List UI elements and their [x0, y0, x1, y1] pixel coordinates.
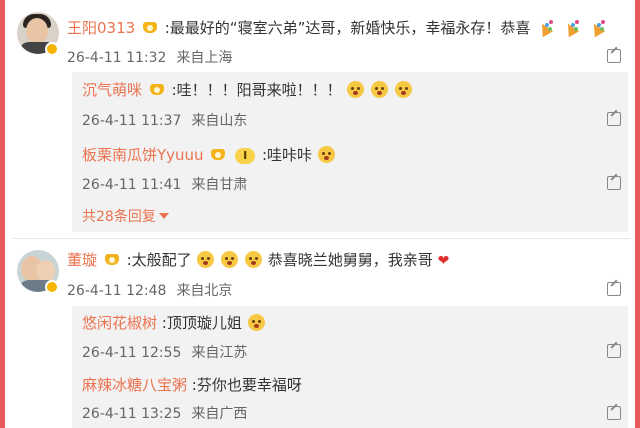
more-replies-label: 共28条回复	[82, 209, 156, 225]
username[interactable]: 沉气萌咪	[82, 81, 142, 99]
username[interactable]: 麻辣冰糖八宝粥	[82, 376, 187, 394]
username[interactable]: 悠闲花椒树	[82, 314, 157, 332]
reply-line: 悠闲花椒树 :顶顶璇儿姐	[82, 313, 266, 333]
comment-meta: 26-4-11 12:48 来自北京	[67, 280, 242, 300]
verified-badge-icon	[45, 280, 59, 294]
party-popper-icon	[589, 19, 606, 36]
fan-level-badge: I	[235, 148, 256, 164]
comment-meta: 26-4-11 11:32 来自上海	[67, 47, 242, 67]
party-popper-icon	[563, 19, 580, 36]
emoji-icon	[317, 146, 335, 163]
reply-meta: 26-4-11 11:37 来自山东	[82, 110, 257, 130]
reply-text: :哇咔咔	[262, 146, 313, 164]
reply-icon[interactable]	[607, 344, 621, 358]
more-replies-link[interactable]: 共28条回复	[82, 206, 169, 226]
emoji-icon	[347, 81, 365, 98]
verified-badge-icon	[45, 42, 59, 56]
comment-text-continued: 恭喜晓兰她舅舅，我亲哥	[267, 251, 433, 269]
comment-line: 董璇 :太般配了 恭喜晓兰她舅舅，我亲哥 ❤	[67, 250, 449, 271]
timestamp: 26-4-11 12:48	[67, 283, 167, 299]
username[interactable]: 板栗南瓜饼Yyuuu	[82, 146, 204, 164]
location: 来自北京	[176, 283, 233, 299]
reply-icon[interactable]	[607, 112, 621, 126]
party-popper-icon	[537, 19, 554, 36]
member-crown-icon	[142, 19, 158, 35]
member-crown-icon	[210, 146, 226, 162]
reply-line: 板栗南瓜饼Yyuuu I :哇咔咔	[82, 145, 336, 165]
member-crown-icon	[149, 81, 165, 97]
reply-icon[interactable]	[607, 176, 621, 190]
emoji-icon	[221, 251, 239, 268]
member-crown-icon	[104, 251, 120, 267]
reply-icon[interactable]	[607, 282, 621, 296]
emoji-icon	[371, 81, 389, 98]
emoji-icon	[247, 314, 265, 331]
reply-line: 沉气萌咪 :哇！！！阳哥来啦！！！	[82, 80, 413, 100]
username[interactable]: 董璇	[67, 251, 97, 269]
divider	[12, 238, 630, 239]
timestamp: 26-4-11 12:55	[82, 345, 182, 361]
timestamp: 26-4-11 11:41	[82, 177, 182, 193]
caret-down-icon	[158, 213, 169, 219]
reply-meta: 26-4-11 11:41 来自甘肃	[82, 174, 257, 194]
reply-text: :顶顶璇儿姐	[161, 314, 242, 332]
timestamp: 26-4-11 13:25	[82, 406, 182, 422]
reply-text: :芬你也要幸福呀	[191, 376, 302, 394]
location: 来自上海	[176, 50, 233, 66]
reply-text: :哇！！！阳哥来啦！！！	[171, 81, 342, 99]
location: 来自广西	[191, 406, 248, 422]
emoji-icon	[394, 81, 412, 98]
emoji-icon	[244, 251, 262, 268]
timestamp: 26-4-11 11:37	[82, 113, 182, 129]
heart-icon: ❤	[437, 253, 450, 269]
location: 来自江苏	[191, 345, 248, 361]
comment-line: 王阳0313 :最最好的“寝室六弟”达哥，新婚快乐，幸福永存！恭喜	[67, 18, 608, 38]
username[interactable]: 王阳0313	[67, 19, 135, 37]
reply-line: 麻辣冰糖八宝粥 :芬你也要幸福呀	[82, 375, 302, 395]
comment-text: :太般配了	[126, 251, 192, 269]
location: 来自山东	[191, 113, 248, 129]
timestamp: 26-4-11 11:32	[67, 50, 167, 66]
reply-meta: 26-4-11 12:55 来自江苏	[82, 342, 257, 362]
emoji-icon	[197, 251, 215, 268]
reply-icon[interactable]	[607, 49, 621, 63]
reply-icon[interactable]	[607, 406, 621, 420]
location: 来自甘肃	[191, 177, 248, 193]
reply-meta: 26-4-11 13:25 来自广西	[82, 403, 257, 423]
comment-text: :最最好的“寝室六弟”达哥，新婚快乐，幸福永存！恭喜	[164, 19, 531, 37]
